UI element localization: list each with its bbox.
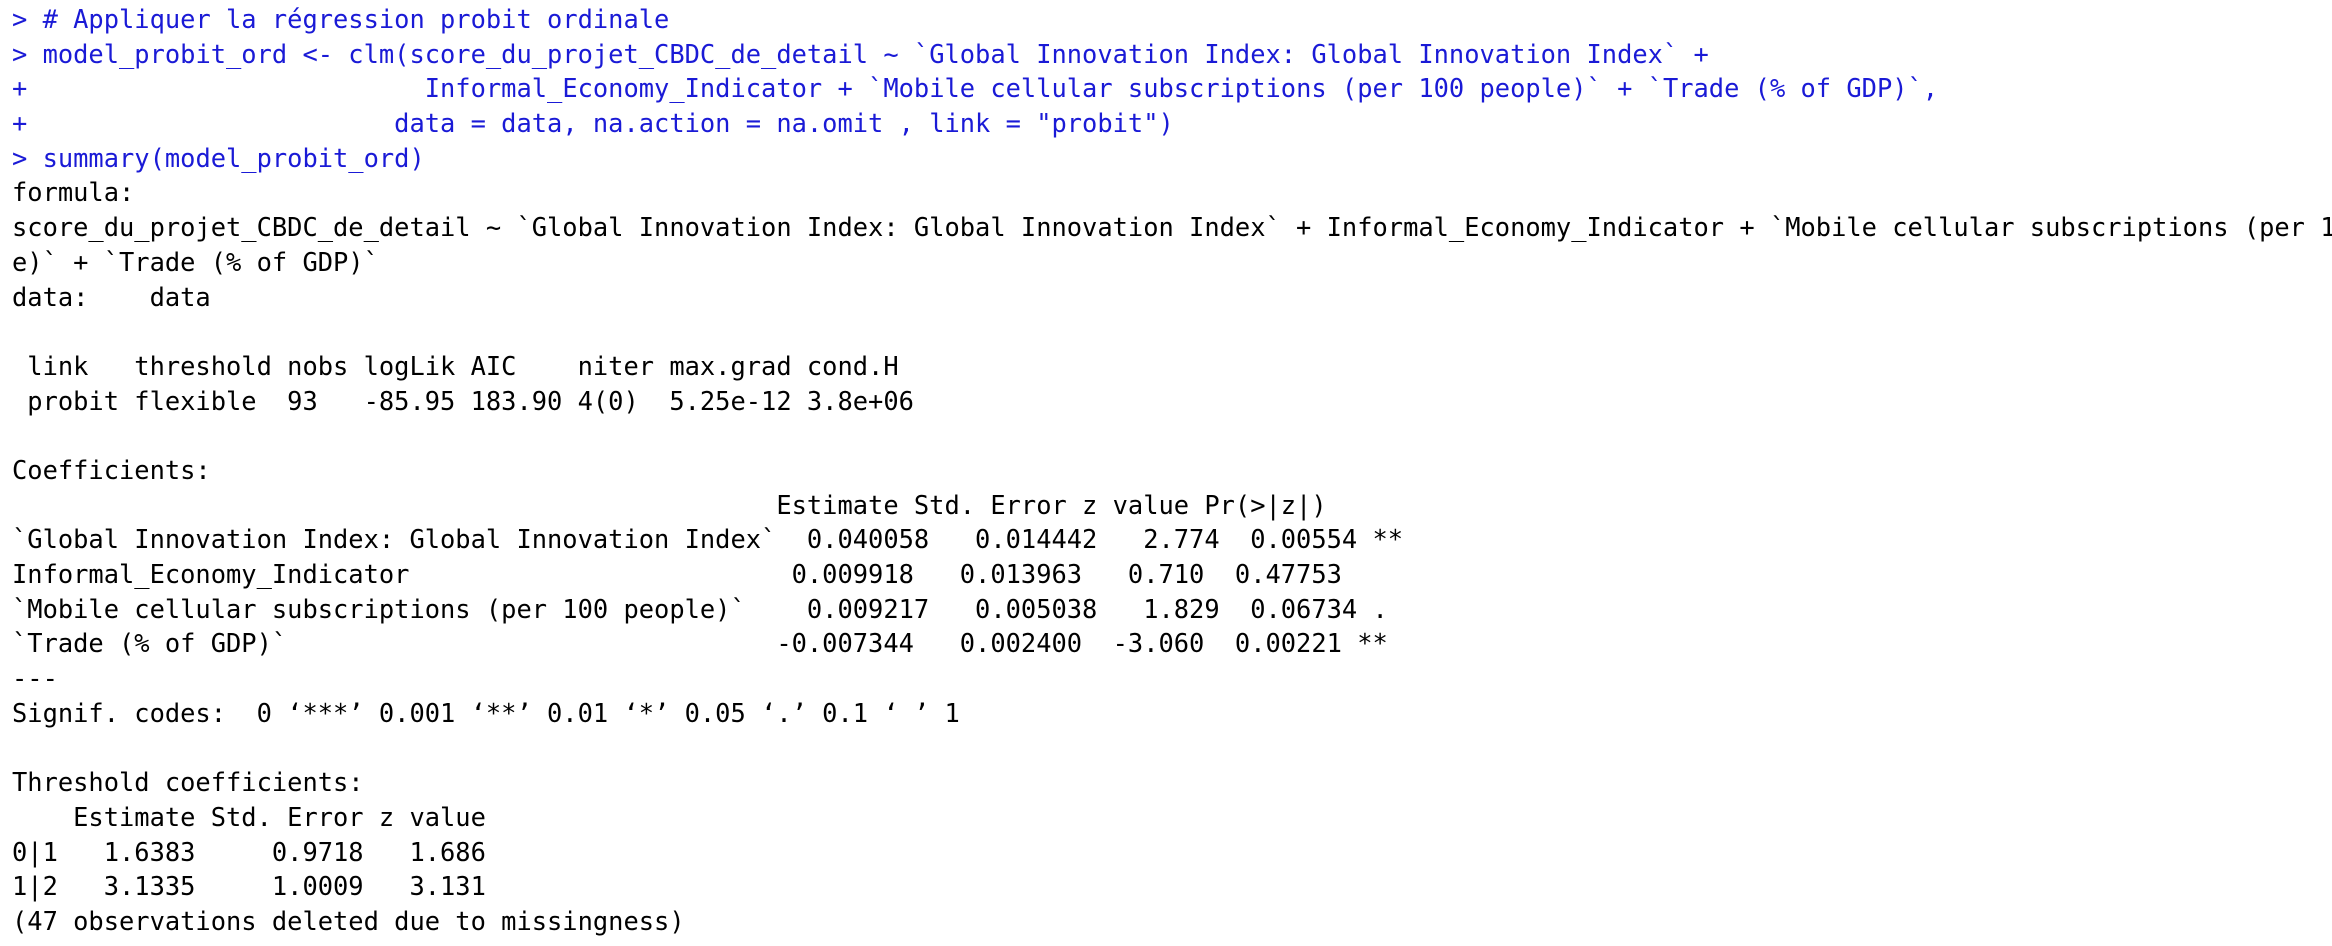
coefficients-header: Estimate Std. Error z value Pr(>|z|): [12, 489, 1373, 520]
console-command: summary(model_probit_ord): [42, 142, 425, 173]
output-formula-wrap: e)` + `Trade (% of GDP)`: [12, 246, 379, 277]
output-coefficients-label: Coefficients:: [12, 454, 211, 485]
console-prompt: +: [12, 73, 43, 104]
threshold-header: Estimate Std. Error z value: [12, 801, 486, 832]
console-continuation-line: + Informal_Economy_Indicator + `Mobile c…: [0, 71, 2332, 106]
console-prompt: +: [12, 108, 43, 139]
output-blank: [0, 730, 2332, 765]
coefficients-row: `Global Innovation Index: Global Innovat…: [12, 524, 1404, 555]
output-model-row: probit flexible 93 -85.95 183.90 4(0) 5.…: [12, 385, 914, 416]
threshold-row: 1|2 3.1335 1.0009 3.131: [12, 871, 486, 902]
output-separator: ---: [12, 663, 58, 694]
coefficients-row: `Trade (% of GDP)` -0.007344 0.002400 -3…: [12, 628, 1388, 659]
console-command: model_probit_ord <- clm(score_du_projet_…: [42, 38, 1709, 69]
output-note: (47 observations deleted due to missingn…: [12, 905, 685, 936]
threshold-label: Threshold coefficients:: [12, 767, 364, 798]
output-data: data: data: [12, 281, 211, 312]
output-formula: score_du_projet_CBDC_de_detail ~ `Global…: [12, 212, 2332, 243]
output-blank: [0, 314, 2332, 349]
console-input-line: > # Appliquer la régression probit ordin…: [0, 2, 2332, 37]
console-command: # Appliquer la régression probit ordinal…: [42, 4, 670, 34]
console-continuation-line: + data = data, na.action = na.omit , lin…: [0, 106, 2332, 141]
console-command: data = data, na.action = na.omit , link …: [42, 108, 1174, 139]
output-blank: [0, 418, 2332, 453]
coefficients-row: `Mobile cellular subscriptions (per 100 …: [12, 593, 1404, 624]
console-input-line: > model_probit_ord <- clm(score_du_proje…: [0, 37, 2332, 72]
console-prompt: >: [12, 38, 43, 69]
console-input-line: > summary(model_probit_ord): [0, 141, 2332, 176]
threshold-row: 0|1 1.6383 0.9718 1.686: [12, 836, 486, 867]
output-model-header: link threshold nobs logLik AIC niter max…: [12, 350, 914, 381]
coefficients-row: Informal_Economy_Indicator 0.009918 0.01…: [12, 559, 1388, 589]
output-formula-label: formula:: [12, 177, 135, 208]
console-prompt: >: [12, 142, 43, 173]
signif-codes: Signif. codes: 0 ‘***’ 0.001 ‘**’ 0.01 ‘…: [12, 697, 960, 728]
console-prompt: >: [12, 4, 43, 34]
r-console[interactable]: > # Appliquer la régression probit ordin…: [0, 2, 2332, 946]
console-command: Informal_Economy_Indicator + `Mobile cel…: [42, 73, 1939, 104]
